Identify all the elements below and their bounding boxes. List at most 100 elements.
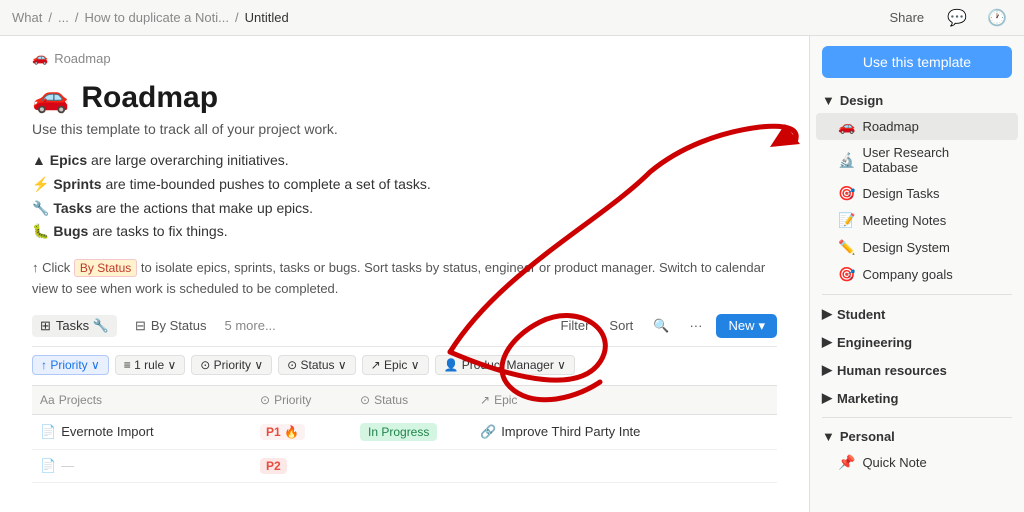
cell-name-empty: 📄 —	[32, 455, 252, 477]
section-hr-label: Human resources	[837, 363, 947, 378]
sort-button[interactable]: Sort	[603, 315, 639, 336]
section-marketing-label: Marketing	[837, 391, 898, 406]
status-badge: In Progress	[360, 423, 437, 441]
filter-product-manager[interactable]: 👤 Product Manager ∨	[435, 355, 575, 375]
col-status-icon: ⊙	[360, 393, 370, 407]
toolbar-row: ⊞ Tasks 🔧 ⊟ By Status 5 more... Filter S…	[32, 314, 777, 347]
bullet-list: ▲ Epics are large overarching initiative…	[32, 149, 777, 244]
toolbar-right: Filter Sort 🔍 ··· New ▾	[555, 314, 777, 338]
sidebar-item-company-goals-label: Company goals	[862, 267, 952, 282]
new-button[interactable]: New ▾	[716, 314, 777, 338]
sidebar-item-roadmap[interactable]: 🚗 Roadmap	[816, 113, 1018, 140]
cell-status-empty	[352, 463, 472, 469]
breadcrumb-item[interactable]: ...	[58, 10, 69, 25]
sidebar-item-quick-note[interactable]: 📌 Quick Note	[816, 449, 1018, 476]
sidebar-divider-2	[822, 417, 1012, 418]
main-content: 🚗 Roadmap 🚗 Roadmap Use this template to…	[0, 36, 809, 503]
cell-name: 📄 Evernote Import	[32, 421, 252, 443]
priority-badge-2: P2	[260, 458, 287, 474]
row-name: Evernote Import	[61, 424, 154, 439]
by-status-label: By Status	[151, 318, 207, 333]
epic-icon: 🔗	[480, 424, 496, 440]
breadcrumb-current: Untitled	[245, 10, 289, 25]
cell-priority: P1 🔥	[252, 421, 352, 443]
sidebar-section-engineering: ▶ Engineering	[810, 329, 1024, 355]
bullet-tasks: 🔧 Tasks are the actions that make up epi…	[32, 197, 777, 221]
more-views-link[interactable]: 5 more...	[224, 318, 275, 333]
user-research-icon: 🔬	[838, 152, 855, 169]
toolbar-left: ⊞ Tasks 🔧 ⊟ By Status 5 more...	[32, 315, 276, 337]
col-priority-label: Priority	[274, 393, 311, 407]
sidebar-item-design-system[interactable]: ✏️ Design System	[816, 234, 1018, 261]
sidebar-section-engineering-header[interactable]: ▶ Engineering	[810, 329, 1024, 355]
quick-note-icon: 📌	[838, 454, 855, 471]
grid-icon: ⊞	[40, 318, 51, 334]
bullet-bugs: 🐛 Bugs are tasks to fix things.	[32, 220, 777, 244]
company-goals-icon: 🎯	[838, 266, 855, 283]
chevron-right-icon-3: ▶	[822, 362, 832, 378]
section-student-label: Student	[837, 307, 885, 322]
sidebar-item-meeting-notes[interactable]: 📝 Meeting Notes	[816, 207, 1018, 234]
col-priority-icon: ⊙	[260, 393, 270, 407]
inline-status-tag[interactable]: By Status	[74, 259, 137, 277]
use-template-button[interactable]: Use this template	[822, 46, 1012, 78]
sidebar-section-personal-header[interactable]: ▼ Personal	[810, 424, 1024, 449]
clock-icon[interactable]: 🕐	[982, 6, 1012, 30]
sidebar-item-user-research[interactable]: 🔬 User Research Database	[816, 140, 1018, 180]
chevron-down-icon: ▼	[822, 93, 835, 108]
bullet-epics: ▲ Epics are large overarching initiative…	[32, 149, 777, 173]
chevron-right-icon-4: ▶	[822, 390, 832, 406]
tasks-view-tab[interactable]: ⊞ Tasks 🔧	[32, 315, 117, 337]
page-subtitle: Use this template to track all of your p…	[32, 121, 777, 137]
sidebar-item-design-tasks[interactable]: 🎯 Design Tasks	[816, 180, 1018, 207]
filter-rule[interactable]: ≡ 1 rule ∨	[115, 355, 185, 375]
epic-name: Improve Third Party Inte	[501, 424, 640, 439]
filter-button[interactable]: Filter	[555, 315, 596, 336]
topbar: What / ... / How to duplicate a Noti... …	[0, 0, 1024, 36]
sidebar-section-personal: ▼ Personal 📌 Quick Note	[810, 424, 1024, 476]
bullet-sprints: ⚡ Sprints are time-bounded pushes to com…	[32, 173, 777, 197]
comment-icon[interactable]: 💬	[942, 6, 972, 30]
sidebar-section-marketing-header[interactable]: ▶ Marketing	[810, 385, 1024, 411]
sidebar-section-hr-header[interactable]: ▶ Human resources	[810, 357, 1024, 383]
design-system-icon: ✏️	[838, 239, 855, 256]
table-row[interactable]: 📄 — P2	[32, 450, 777, 483]
row-name-2: —	[61, 458, 74, 473]
chevron-down-icon-2: ▼	[822, 429, 835, 444]
priority-badge: P1 🔥	[260, 424, 305, 440]
row-doc-icon: 📄	[40, 424, 56, 440]
filter-priority[interactable]: ↑ Priority ∨	[32, 355, 109, 375]
section-personal-label: Personal	[840, 429, 895, 444]
sidebar-section-student-header[interactable]: ▶ Student	[810, 301, 1024, 327]
page-title-row: 🚗 Roadmap	[32, 80, 777, 115]
cell-epic: 🔗 Improve Third Party Inte	[472, 421, 777, 443]
breadcrumb-item[interactable]: How to duplicate a Noti...	[84, 10, 229, 25]
table-row[interactable]: 📄 Evernote Import P1 🔥 In Progress 🔗 Imp…	[32, 415, 777, 450]
col-status: ⊙ Status	[352, 391, 472, 409]
filter-status[interactable]: ⊙ Status ∨	[278, 355, 356, 375]
more-options-button[interactable]: ···	[683, 315, 708, 336]
page-breadcrumb-icon: 🚗	[32, 50, 48, 66]
col-epic: ↗ Epic	[472, 391, 777, 409]
meeting-notes-icon: 📝	[838, 212, 855, 229]
sidebar-section-design-header[interactable]: ▼ Design	[810, 88, 1024, 113]
section-design-label: Design	[840, 93, 883, 108]
cell-priority-empty: P2	[252, 455, 352, 477]
tasks-tab-label: Tasks 🔧	[56, 318, 109, 334]
filter-priority-2[interactable]: ⊙ Priority ∨	[191, 355, 272, 375]
design-tasks-icon: 🎯	[838, 185, 855, 202]
col-priority: ⊙ Priority	[252, 391, 352, 409]
sidebar-item-company-goals[interactable]: 🎯 Company goals	[816, 261, 1018, 288]
breadcrumb-item[interactable]: What	[12, 10, 42, 25]
sidebar-section-design: ▼ Design 🚗 Roadmap 🔬 User Research Datab…	[810, 88, 1024, 288]
by-status-view-tab[interactable]: ⊟ By Status	[127, 315, 215, 337]
breadcrumb: What / ... / How to duplicate a Noti... …	[12, 10, 289, 25]
filter-row: ↑ Priority ∨ ≡ 1 rule ∨ ⊙ Priority ∨ ⊙ S…	[32, 355, 777, 375]
main-layout: 🚗 Roadmap 🚗 Roadmap Use this template to…	[0, 36, 1024, 512]
share-button[interactable]: Share	[881, 7, 932, 28]
sidebar-item-meeting-notes-label: Meeting Notes	[862, 213, 946, 228]
filter-epic[interactable]: ↗ Epic ∨	[362, 355, 429, 375]
cell-status: In Progress	[352, 420, 472, 444]
right-sidebar: Use this template ▼ Design 🚗 Roadmap 🔬 U…	[809, 36, 1024, 512]
search-button[interactable]: 🔍	[647, 315, 675, 337]
